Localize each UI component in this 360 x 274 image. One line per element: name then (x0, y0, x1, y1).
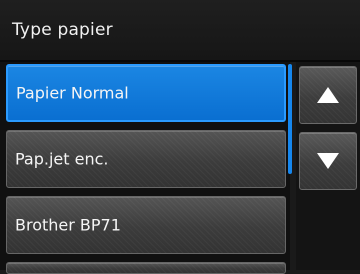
scroll-controls (296, 62, 360, 270)
list-item-partial[interactable] (6, 262, 286, 274)
paper-type-list: Papier Normal Pap.jet enc. Brother BP71 (0, 62, 290, 274)
list-item-brother-bp71[interactable]: Brother BP71 (6, 196, 286, 254)
list-item-label: Brother BP71 (15, 215, 121, 235)
list-item-papier-normal[interactable]: Papier Normal (6, 64, 286, 122)
screen-title: Type papier (12, 20, 113, 40)
down-arrow-icon (317, 153, 339, 169)
scroll-up-button[interactable] (299, 66, 357, 124)
scrollbar[interactable] (288, 64, 294, 174)
list-item-label: Papier Normal (16, 83, 129, 103)
scroll-down-button[interactable] (299, 132, 357, 190)
up-arrow-icon (317, 87, 339, 103)
scrollbar-thumb[interactable] (288, 64, 292, 174)
header-bar: Type papier (0, 0, 360, 62)
list-item-pap-jet-enc[interactable]: Pap.jet enc. (6, 130, 286, 188)
list-item-label: Pap.jet enc. (15, 149, 109, 169)
